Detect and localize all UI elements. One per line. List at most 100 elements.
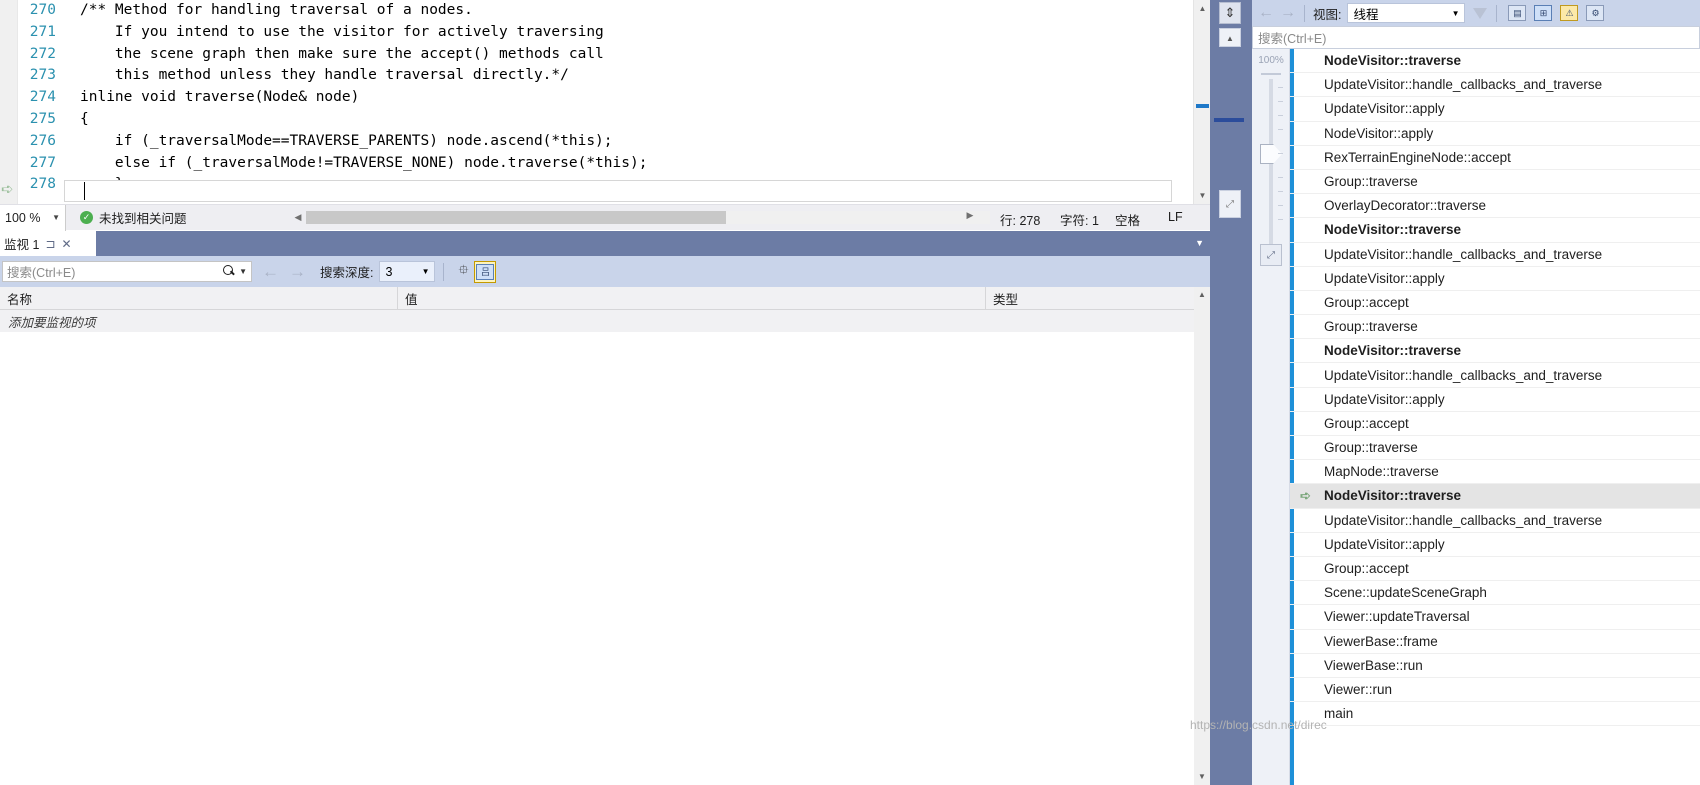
- editor-zoom-combobox[interactable]: 100 % ▼: [0, 204, 66, 231]
- call-stack-frame-row[interactable]: UpdateVisitor::handle_callbacks_and_trav…: [1290, 73, 1700, 98]
- call-stack-frame-row[interactable]: Group::accept: [1290, 557, 1700, 582]
- call-stack-frame-row[interactable]: Scene::updateSceneGraph: [1290, 581, 1700, 606]
- column-header-type[interactable]: 类型: [986, 287, 1194, 310]
- editor-horizontal-scrollbar[interactable]: ◀: [290, 205, 990, 229]
- navigate-forward-icon[interactable]: →: [1280, 4, 1296, 22]
- unwind-frame-button[interactable]: ⚠: [1558, 2, 1580, 24]
- warning-frame-icon: ⚠: [1560, 5, 1579, 21]
- toggle-hex-display-button[interactable]: 吕: [474, 260, 497, 283]
- call-stack-frame-row[interactable]: Group::accept: [1290, 291, 1700, 316]
- call-stack-frame-row[interactable]: NodeVisitor::traverse: [1290, 49, 1700, 74]
- show-external-code-button[interactable]: ⊞: [1532, 2, 1554, 24]
- call-stack-frame-label: UpdateVisitor::handle_callbacks_and_trav…: [1324, 77, 1603, 93]
- call-stack-frame-row[interactable]: MapNode::traverse: [1290, 460, 1700, 485]
- call-stack-frame-label: NodeVisitor::traverse: [1324, 222, 1462, 238]
- column-header-value[interactable]: 值: [398, 286, 986, 310]
- line-number: 276: [29, 132, 56, 149]
- line-text: If you intend to use the visitor for act…: [80, 23, 604, 40]
- settings-button[interactable]: ⚙: [1584, 2, 1606, 24]
- pin-icon[interactable]: ⊐: [45, 237, 55, 251]
- watch-toolbar: 搜索(Ctrl+E) ▼ ← → 搜索深度: 3 ▼ ⯐ 吕: [0, 256, 1210, 287]
- scroll-right-button[interactable]: ▶: [962, 210, 978, 221]
- call-stack-frame-row[interactable]: ViewerBase::frame: [1290, 630, 1700, 654]
- call-stack-frame-row[interactable]: NodeVisitor::traverse: [1290, 339, 1700, 364]
- call-stack-frame-row[interactable]: UpdateVisitor::handle_callbacks_and_trav…: [1290, 363, 1700, 388]
- search-next-icon[interactable]: →: [289, 262, 306, 282]
- call-stack-frame-row[interactable]: Group::traverse: [1290, 170, 1700, 195]
- call-stack-frame-row[interactable]: NodeVisitor::traverse: [1290, 218, 1700, 243]
- status-indent-mode[interactable]: 空格: [1115, 210, 1140, 229]
- editor-zoom-value: 100 %: [5, 210, 41, 225]
- navigate-back-icon[interactable]: ←: [1258, 4, 1274, 22]
- clear-all-button[interactable]: ⯐: [452, 261, 474, 283]
- chevron-down-icon[interactable]: ▼: [239, 267, 247, 276]
- hscroll-track[interactable]: [306, 210, 990, 224]
- issue-status-text: 未找到相关问题: [99, 212, 187, 226]
- scroll-up-button[interactable]: ▲: [1194, 287, 1210, 303]
- watch-search-input[interactable]: 搜索(Ctrl+E) ▼: [2, 261, 252, 282]
- call-stack-frame-row[interactable]: UpdateVisitor::apply: [1290, 533, 1700, 557]
- call-stack-frame-row[interactable]: Group::accept: [1290, 412, 1700, 436]
- close-icon[interactable]: ✕: [62, 237, 72, 251]
- zoom-slider-thumb[interactable]: [1260, 144, 1274, 164]
- call-stack-frame-row[interactable]: UpdateVisitor::apply: [1290, 388, 1700, 412]
- call-stack-frame-row[interactable]: ViewerBase::run: [1290, 654, 1700, 678]
- scroll-up-button[interactable]: ▲: [1194, 0, 1210, 17]
- column-header-name[interactable]: 名称: [0, 286, 398, 310]
- hscroll-thumb[interactable]: [306, 210, 726, 224]
- filter-button[interactable]: [1469, 2, 1491, 24]
- call-stack-frame-row[interactable]: Group::traverse: [1290, 436, 1700, 461]
- call-stack-frame-label: UpdateVisitor::apply: [1324, 536, 1445, 552]
- scroll-down-button[interactable]: ▼: [1194, 187, 1210, 204]
- current-statement-arrow-icon: ➪: [1, 181, 14, 198]
- call-stack-frame-row[interactable]: ➪ NodeVisitor::traverse: [1290, 484, 1700, 509]
- line-number: 273: [29, 67, 56, 84]
- watch-vertical-scrollbar[interactable]: ▲ ▼: [1194, 287, 1210, 785]
- code-text-area[interactable]: 270 /** Method for handling traversal of…: [18, 0, 1192, 204]
- call-stack-frame-row[interactable]: OverlayDecorator::traverse: [1290, 194, 1700, 219]
- call-stack-frame-row[interactable]: Group::traverse: [1290, 315, 1700, 340]
- call-stack-frame-row[interactable]: UpdateVisitor::handle_callbacks_and_trav…: [1290, 509, 1700, 533]
- code-editor[interactable]: ➪ 270 /** Method for handling traversal …: [0, 0, 1210, 204]
- code-line: 271 If you intend to use the visitor for…: [18, 22, 1192, 44]
- editor-vertical-scrollbar[interactable]: ▲ ▼: [1193, 0, 1210, 204]
- main-editor-column: ➪ 270 /** Method for handling traversal …: [0, 0, 1210, 785]
- pane-splitter-strip[interactable]: ⇕ ▲ ⤢: [1210, 0, 1252, 785]
- editor-glyph-margin[interactable]: ➪: [0, 0, 18, 204]
- line-number: 277: [29, 154, 56, 171]
- search-previous-icon[interactable]: ←: [262, 262, 279, 282]
- minimap-scroll-up-button[interactable]: ▲: [1219, 28, 1241, 47]
- splitter-handle-icon[interactable]: ⇕: [1219, 2, 1241, 24]
- call-stack-frame-row[interactable]: UpdateVisitor::handle_callbacks_and_trav…: [1290, 243, 1700, 267]
- call-stack-frame-row[interactable]: NodeVisitor::apply: [1290, 122, 1700, 146]
- scrollbar-position-marker[interactable]: [1196, 104, 1209, 108]
- scroll-left-button[interactable]: ◀: [290, 212, 306, 223]
- expand-frames-button[interactable]: ▤: [1506, 2, 1528, 24]
- call-stack-frame-label: UpdateVisitor::apply: [1324, 391, 1445, 407]
- view-mode-combobox[interactable]: 线程 ▼: [1347, 3, 1466, 23]
- minimap-zoom-column: 100% ⤢: [1252, 49, 1290, 785]
- call-stack-frame-row[interactable]: Viewer::run: [1290, 678, 1700, 703]
- call-stack-frame-row[interactable]: Viewer::updateTraversal: [1290, 605, 1700, 630]
- zoom-tick: [1278, 87, 1283, 88]
- search-depth-combobox[interactable]: 3 ▼: [379, 261, 436, 282]
- call-stack-frame-label: UpdateVisitor::apply: [1324, 101, 1445, 117]
- call-stack-search-input[interactable]: 搜索(Ctrl+E): [1252, 26, 1700, 49]
- issue-status-indicator[interactable]: ✓ 未找到相关问题: [80, 208, 187, 227]
- watch-add-item-row[interactable]: 添加要监视的项: [0, 310, 1194, 332]
- call-stack-frame-row[interactable]: RexTerrainEngineNode::accept: [1290, 146, 1700, 170]
- tab-overflow-chevron-icon[interactable]: ▼: [1195, 238, 1204, 248]
- status-line-ending[interactable]: LF: [1168, 210, 1183, 224]
- call-stack-frame-row[interactable]: main: [1290, 702, 1700, 727]
- call-stack-frame-label: Viewer::run: [1324, 681, 1393, 697]
- line-number: 271: [29, 23, 56, 40]
- watch-rows-container: 添加要监视的项: [0, 310, 1194, 332]
- watermark-text: https://blog.csdn.net/direc: [1190, 718, 1327, 732]
- call-stack-frame-row[interactable]: UpdateVisitor::apply: [1290, 267, 1700, 291]
- tab-watch-1[interactable]: 监视 1 ⊐ ✕: [0, 231, 96, 256]
- call-stack-list[interactable]: NodeVisitor::traverse UpdateVisitor::hand…: [1290, 49, 1700, 785]
- scroll-down-button[interactable]: ▼: [1194, 769, 1210, 785]
- call-stack-frame-row[interactable]: UpdateVisitor::apply: [1290, 97, 1700, 122]
- minimap-expand-button[interactable]: ⤢: [1219, 190, 1241, 218]
- zoom-fit-button[interactable]: ⤢: [1260, 244, 1282, 266]
